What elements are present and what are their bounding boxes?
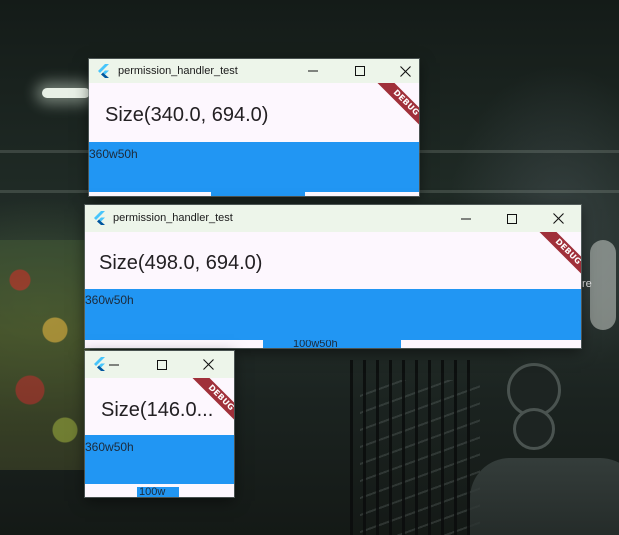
wallpaper-text-fragment: re — [582, 278, 592, 290]
maximize-button[interactable] — [340, 59, 380, 83]
window-title: permission_handler_test — [118, 65, 238, 77]
wallpaper-railing — [340, 360, 470, 535]
bottom-box-label: 100w — [139, 487, 166, 497]
window-titlebar[interactable] — [85, 351, 234, 378]
maximize-icon — [157, 359, 167, 370]
bar-label: 360w50h — [85, 440, 134, 454]
bottom-box-100w50h — [211, 192, 305, 196]
app-window-2[interactable]: permission_handler_test Size(498.0, 694.… — [85, 205, 581, 348]
app-window-1[interactable]: permission_handler_test Size(340.0, 694.… — [89, 59, 419, 196]
close-icon — [399, 65, 411, 77]
debug-banner: DEBUG — [182, 378, 234, 430]
debug-banner-text: DEBUG — [192, 378, 234, 427]
close-icon — [202, 359, 214, 370]
maximize-button[interactable] — [492, 205, 532, 232]
minimize-button[interactable] — [293, 59, 333, 83]
bar-label: 360w50h — [89, 147, 138, 161]
debug-banner: DEBUG — [529, 232, 581, 284]
blue-bar-360w50h — [89, 142, 419, 192]
debug-banner-text: DEBUG — [539, 232, 581, 281]
window-title: permission_handler_test — [113, 212, 233, 224]
size-label: Size(498.0, 694.0) — [99, 252, 263, 274]
minimize-icon — [308, 70, 318, 72]
maximize-icon — [355, 66, 365, 76]
bar-label: 360w50h — [85, 293, 134, 307]
flutter-icon — [97, 64, 111, 78]
maximize-icon — [507, 213, 517, 224]
flutter-icon — [93, 211, 107, 225]
close-button[interactable] — [385, 59, 419, 83]
blue-bar-360w50h — [85, 289, 581, 340]
window-titlebar[interactable]: permission_handler_test — [89, 59, 419, 83]
close-icon — [552, 213, 564, 224]
wallpaper-light — [42, 88, 90, 98]
close-button[interactable] — [538, 205, 578, 232]
minimize-icon — [109, 364, 119, 365]
minimize-icon — [461, 218, 471, 219]
debug-banner-text: DEBUG — [377, 83, 419, 132]
maximize-button[interactable] — [143, 351, 181, 378]
wallpaper-car — [470, 458, 619, 535]
minimize-button[interactable] — [446, 205, 486, 232]
close-button[interactable] — [189, 351, 227, 378]
size-label: Size(340.0, 694.0) — [105, 104, 269, 126]
window-titlebar[interactable]: permission_handler_test — [85, 205, 581, 232]
wallpaper-sign — [513, 408, 555, 450]
minimize-button[interactable] — [97, 351, 131, 378]
debug-banner: DEBUG — [367, 83, 419, 135]
wallpaper-pole — [590, 240, 616, 330]
bottom-box-100w50h: 100w50h — [263, 340, 401, 348]
wallpaper-graffiti — [0, 240, 90, 470]
bottom-box-label: 100w50h — [293, 340, 338, 348]
bottom-box-100w50h: 100w — [137, 487, 179, 497]
app-window-3[interactable]: Size(146.0... 360w50h 100w DEBUG — [85, 351, 234, 497]
